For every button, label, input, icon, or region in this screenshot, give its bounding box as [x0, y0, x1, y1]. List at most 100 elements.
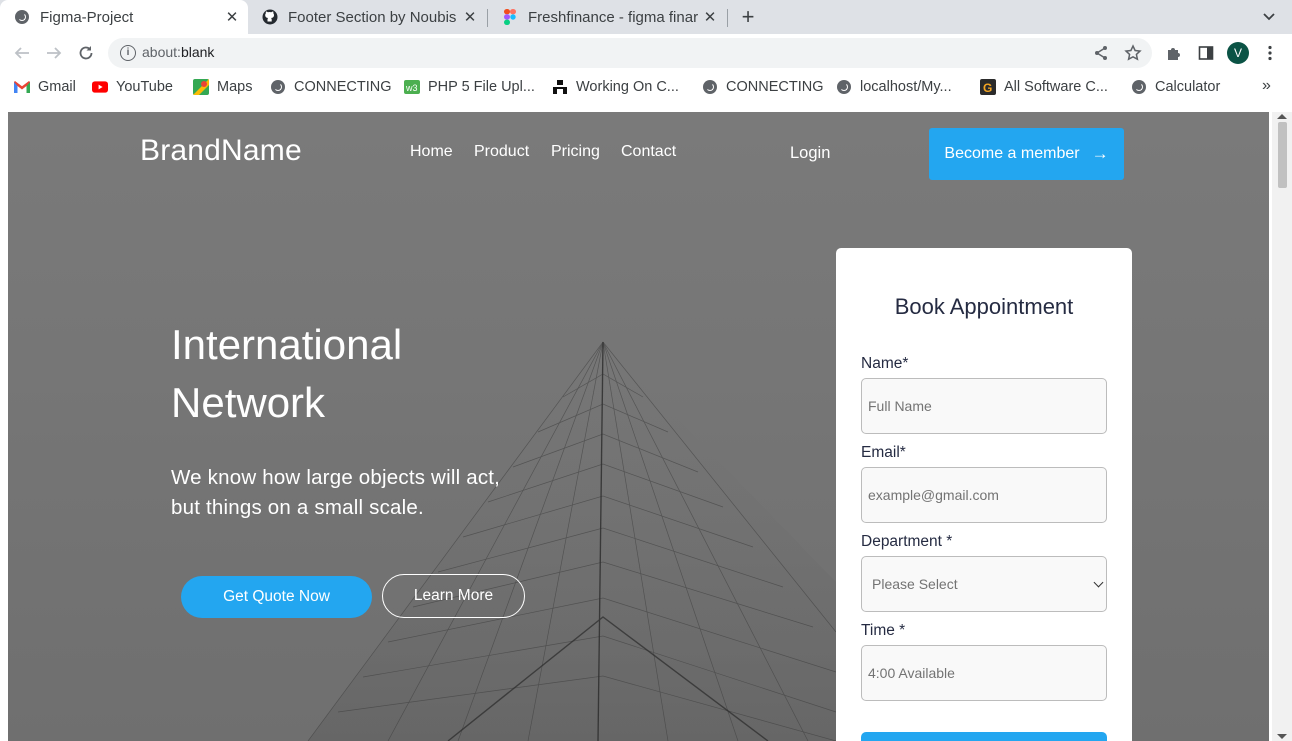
- hero-title-line: Network: [171, 379, 326, 426]
- bookmarks-overflow-icon[interactable]: »: [1262, 77, 1271, 95]
- learn-more-button[interactable]: Learn More: [382, 574, 525, 618]
- tab-footer-section[interactable]: Footer Section by Noubis ✕: [248, 0, 486, 34]
- bookmark-maps[interactable]: Maps: [193, 77, 252, 97]
- url-text: about:blank: [142, 44, 214, 60]
- address-bar[interactable]: i about:blank: [108, 38, 1152, 68]
- bookmark-label: Calculator: [1155, 79, 1221, 95]
- bookmark-label: Working On C...: [576, 79, 679, 95]
- close-tab-icon[interactable]: ✕: [700, 8, 720, 26]
- scroll-up-arrow-icon[interactable]: [1277, 114, 1287, 119]
- brand-logo[interactable]: BrandName: [140, 134, 302, 168]
- globe-icon: [702, 79, 718, 95]
- appointment-form-card: Book Appointment Name* Full Name Email* …: [836, 248, 1132, 741]
- globe-icon: [836, 79, 852, 95]
- close-tab-icon[interactable]: ✕: [460, 8, 480, 26]
- bookmark-working-on[interactable]: Working On C...: [552, 77, 679, 97]
- tab-title: Footer Section by Noubis: [288, 8, 457, 26]
- bookmark-site-icon: [552, 79, 568, 95]
- hero-subtitle: We know how large objects will act, but …: [171, 463, 571, 523]
- name-label: Name*: [861, 355, 909, 372]
- submit-button[interactable]: [861, 732, 1107, 741]
- maps-icon: [193, 79, 209, 95]
- back-arrow-icon[interactable]: [10, 42, 34, 64]
- email-input[interactable]: example@gmail.com: [861, 467, 1107, 523]
- hero-subtitle-line: but things on a small scale.: [171, 496, 424, 519]
- bookmark-youtube[interactable]: YouTube: [92, 77, 173, 97]
- form-title: Book Appointment: [894, 294, 1074, 319]
- bookmarks-bar: Gmail YouTube Maps CONNECTING w3 PHP 5 F…: [0, 72, 1292, 100]
- get-quote-button[interactable]: Get Quote Now: [181, 576, 372, 618]
- svg-text:w3: w3: [405, 83, 418, 93]
- bookmark-label: Gmail: [38, 79, 76, 95]
- url-scheme: about:: [142, 44, 181, 60]
- bookmark-label: PHP 5 File Upl...: [428, 79, 535, 95]
- nav-home[interactable]: Home: [410, 143, 453, 161]
- bookmark-label: CONNECTING: [294, 79, 392, 95]
- bookmark-calculator[interactable]: Calculator: [1131, 77, 1220, 97]
- browser-chrome: Figma-Project ✕ Footer Section by Noubis…: [0, 0, 1292, 112]
- bookmark-gmail[interactable]: Gmail: [14, 77, 76, 97]
- hero-title: International Network: [171, 316, 571, 432]
- github-icon: [262, 9, 278, 25]
- tab-freshfinance[interactable]: Freshfinance - figma finar ✕: [488, 0, 726, 34]
- tab-title: Freshfinance - figma finar: [528, 8, 699, 26]
- bookmark-localhost[interactable]: localhost/My...: [836, 77, 952, 97]
- chevron-down-icon: [1093, 577, 1104, 588]
- bookmark-connecting-1[interactable]: CONNECTING: [270, 77, 391, 97]
- globe-icon: [14, 9, 30, 25]
- figma-icon: [502, 9, 518, 25]
- department-label: Department *: [861, 533, 953, 550]
- menu-kebab-icon[interactable]: [1259, 42, 1281, 64]
- new-tab-button[interactable]: +: [737, 5, 759, 29]
- arrow-right-icon: →: [1091, 144, 1109, 163]
- youtube-icon: [92, 79, 108, 95]
- tab-strip: Figma-Project ✕ Footer Section by Noubis…: [0, 0, 1292, 34]
- bookmark-php-upload[interactable]: w3 PHP 5 File Upl...: [404, 77, 535, 97]
- scroll-down-arrow-icon[interactable]: [1277, 734, 1287, 739]
- nav-contact[interactable]: Contact: [621, 143, 676, 161]
- w3schools-icon: w3: [404, 79, 420, 95]
- bookmark-all-software[interactable]: G All Software C...: [980, 77, 1108, 97]
- close-tab-icon[interactable]: ✕: [222, 8, 242, 26]
- bookmark-label: localhost/My...: [860, 79, 952, 95]
- become-member-button[interactable]: Become a member →: [929, 128, 1124, 180]
- gmail-icon: [14, 79, 30, 95]
- extensions-puzzle-icon[interactable]: [1163, 42, 1185, 64]
- department-select-value: Please Select: [872, 576, 958, 592]
- tab-search-chevron-icon[interactable]: [1258, 8, 1280, 26]
- bookmark-label: CONNECTING: [726, 79, 824, 95]
- time-input[interactable]: 4:00 Available: [861, 645, 1107, 701]
- tab-title: Figma-Project: [40, 8, 134, 26]
- bookmark-label: All Software C...: [1004, 79, 1108, 95]
- department-select[interactable]: Please Select: [861, 556, 1107, 612]
- bookmark-label: Maps: [217, 79, 253, 95]
- scrollbar-thumb[interactable]: [1278, 122, 1287, 188]
- tab-figma-project[interactable]: Figma-Project ✕: [0, 0, 248, 34]
- time-label: Time *: [861, 622, 906, 639]
- side-panel-icon[interactable]: [1195, 42, 1217, 64]
- browser-toolbar: i about:blank V: [0, 34, 1292, 72]
- tab-separator: [727, 9, 728, 27]
- globe-icon: [1131, 79, 1147, 95]
- globe-icon: [270, 79, 286, 95]
- hero-title-line: International: [171, 321, 403, 368]
- bookmark-star-icon[interactable]: [1122, 42, 1144, 64]
- nav-product[interactable]: Product: [474, 143, 529, 161]
- site-info-icon[interactable]: i: [120, 45, 136, 61]
- page-viewport: BrandName Home Product Pricing Contact L…: [8, 112, 1269, 741]
- forward-arrow-icon[interactable]: [42, 42, 66, 64]
- profile-avatar[interactable]: V: [1227, 42, 1249, 64]
- email-label: Email*: [861, 444, 906, 461]
- software-icon: G: [980, 79, 996, 95]
- svg-text:G: G: [983, 81, 992, 95]
- bookmark-connecting-2[interactable]: CONNECTING: [702, 77, 823, 97]
- share-icon[interactable]: [1090, 42, 1112, 64]
- name-input[interactable]: Full Name: [861, 378, 1107, 434]
- nav-pricing[interactable]: Pricing: [551, 143, 600, 161]
- hero-subtitle-line: We know how large objects will act,: [171, 466, 501, 489]
- bookmark-label: YouTube: [116, 79, 173, 95]
- login-link[interactable]: Login: [790, 144, 830, 163]
- reload-icon[interactable]: [74, 42, 98, 64]
- page-scrollbar[interactable]: [1272, 112, 1292, 741]
- become-member-label: Become a member: [944, 145, 1080, 162]
